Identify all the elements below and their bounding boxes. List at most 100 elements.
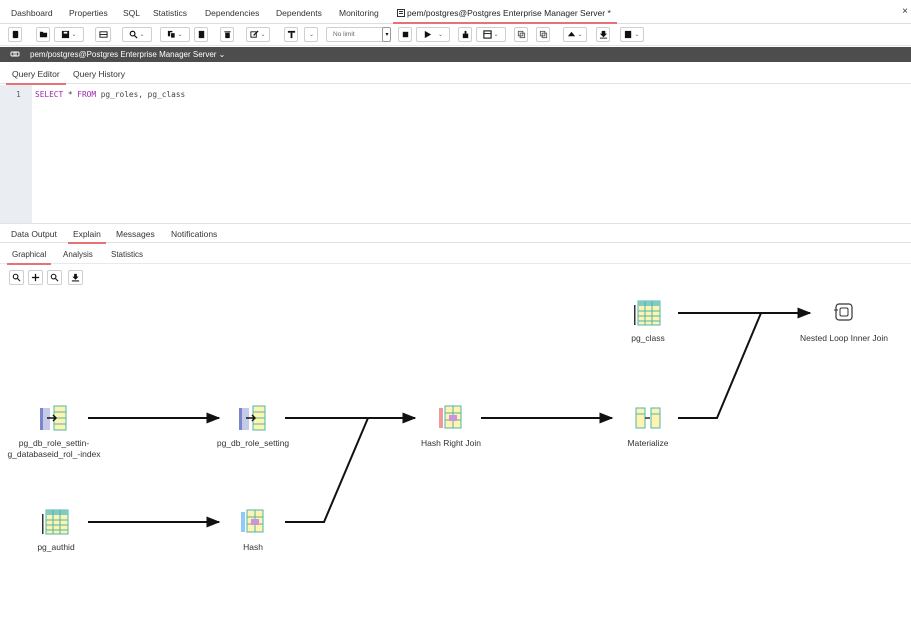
chevron-down-icon: ⌄ <box>308 32 315 38</box>
code-rest: pg_roles, pg_class <box>96 90 186 99</box>
tab-statistics[interactable]: Statistics <box>153 8 187 18</box>
download-icon <box>599 30 607 39</box>
code-line[interactable]: SELECT * FROM pg_roles, pg_class <box>35 90 185 99</box>
chevron-down-icon: ⌄ <box>493 32 499 38</box>
seq-scan-icon <box>42 509 69 535</box>
plan-node-nested-loop[interactable]: Nested Loop Inner Join <box>784 299 904 344</box>
play-icon <box>424 30 432 39</box>
zoom-in-button[interactable] <box>9 270 24 285</box>
code-star: * <box>63 90 78 99</box>
tab-notifications[interactable]: Notifications <box>171 229 217 239</box>
tab-query-editor[interactable]: Query Editor <box>6 69 66 85</box>
plan-node-hash[interactable]: Hash <box>193 508 313 553</box>
tab-messages[interactable]: Messages <box>116 229 155 239</box>
line-number: 1 <box>16 90 21 99</box>
query-tabs: Query Editor Query History <box>0 63 911 85</box>
output-tabs: Data Output Explain Messages Notificatio… <box>0 223 911 244</box>
row-limit-dropdown[interactable]: ▾ <box>382 27 391 42</box>
hash-join-icon <box>439 405 462 429</box>
chevron-down-icon: ⌄ <box>71 32 77 38</box>
database-icon <box>12 30 18 39</box>
top-tab-bar: Dashboard Properties SQL Statistics Depe… <box>0 0 911 24</box>
seq-scan-icon <box>634 300 661 326</box>
plan-node-hash-right-join[interactable]: Hash Right Join <box>391 404 511 449</box>
save-icon <box>62 30 70 39</box>
zoom-out-button[interactable] <box>47 270 62 285</box>
macro-icon <box>625 30 632 39</box>
filter-dropdown-button[interactable]: ⌄ <box>304 27 318 42</box>
open-file-button[interactable] <box>8 27 22 42</box>
editor-gutter: 1 <box>0 85 32 223</box>
close-tab-icon[interactable]: × <box>902 6 908 17</box>
pencil-icon <box>250 30 260 38</box>
paste-button[interactable] <box>194 27 208 42</box>
tab-query-history[interactable]: Query History <box>73 69 125 79</box>
explain-icon <box>462 30 468 39</box>
trash-icon <box>223 31 231 39</box>
stop-button[interactable] <box>398 27 412 42</box>
search-icon <box>130 30 138 39</box>
tab-monitoring[interactable]: Monitoring <box>339 8 379 18</box>
grid-icon <box>98 31 108 38</box>
save-button[interactable]: ⌄ <box>54 27 84 42</box>
plan-node-label: pg_db_role_settin-g_databaseid_rol_-inde… <box>7 438 101 459</box>
plan-node-index-scan[interactable]: pg_db_role_settin-g_databaseid_rol_-inde… <box>0 404 114 460</box>
row-limit-select[interactable]: No limit <box>326 27 384 42</box>
zoom-in-icon <box>12 273 21 282</box>
tab-query-tool-label: pem/postgres@Postgres Enterprise Manager… <box>407 8 611 18</box>
explain-button[interactable] <box>458 27 472 42</box>
tab-analysis[interactable]: Analysis <box>63 250 93 259</box>
execute-button[interactable]: ⌄ <box>416 27 450 42</box>
hash-icon <box>241 509 264 533</box>
copy-button[interactable]: ⌄ <box>160 27 190 42</box>
plan-node-label: Materialize <box>627 438 669 448</box>
tab-query-tool[interactable]: pem/postgres@Postgres Enterprise Manager… <box>393 8 617 24</box>
rollback-button[interactable] <box>536 27 550 42</box>
plan-edges <box>88 307 812 528</box>
materialize-icon <box>635 407 661 429</box>
explain-tabs: Graphical Analysis Statistics <box>0 244 911 265</box>
plan-node-materialize[interactable]: Materialize <box>588 404 708 449</box>
tab-data-output[interactable]: Data Output <box>11 229 57 239</box>
explain-analyze-button[interactable]: ⌄ <box>476 27 506 42</box>
commit-button[interactable] <box>514 27 528 42</box>
chevron-down-icon: ⌄ <box>577 32 583 38</box>
plan-node-pg-class[interactable]: pg_class <box>588 299 708 344</box>
folder-button[interactable] <box>36 27 50 42</box>
find-button[interactable]: ⌄ <box>122 27 152 42</box>
plan-node-label: Hash Right Join <box>420 438 481 448</box>
explain-graph: pg_db_role_settin-g_databaseid_rol_-inde… <box>0 286 911 642</box>
connection-bar[interactable]: pem/postgres@Postgres Enterprise Manager… <box>0 47 911 62</box>
edit-grid-button[interactable] <box>95 27 111 42</box>
download-button[interactable] <box>596 27 610 42</box>
index-scan-icon <box>40 405 67 431</box>
sql-editor[interactable]: 1 SELECT * FROM pg_roles, pg_class <box>0 85 911 223</box>
copy-icon <box>168 30 177 39</box>
filter-button[interactable] <box>284 27 298 42</box>
macros-button[interactable]: ⌄ <box>620 27 644 42</box>
connection-label: pem/postgres@Postgres Enterprise Manager… <box>30 50 226 59</box>
nested-loop-icon <box>834 303 853 321</box>
tab-statistics-explain[interactable]: Statistics <box>111 250 143 259</box>
tab-explain[interactable]: Explain <box>68 229 106 244</box>
paste-icon <box>198 30 204 39</box>
plan-node-pg-authid[interactable]: pg_authid <box>0 508 116 553</box>
plan-node-label: Nested Loop Inner Join <box>800 333 888 343</box>
zoom-reset-button[interactable] <box>28 270 43 285</box>
tab-sql[interactable]: SQL <box>123 8 140 18</box>
clear-button[interactable]: ⌄ <box>563 27 587 42</box>
tab-dependencies[interactable]: Dependencies <box>205 8 259 18</box>
download-image-button[interactable] <box>68 270 83 285</box>
tab-dashboard[interactable]: Dashboard <box>11 8 53 18</box>
zoom-out-icon <box>50 273 59 282</box>
tab-properties[interactable]: Properties <box>69 8 108 18</box>
tab-dependents[interactable]: Dependents <box>276 8 322 18</box>
tab-graphical[interactable]: Graphical <box>6 250 52 265</box>
plan-node-pg-db-role-setting[interactable]: pg_db_role_setting <box>193 404 313 449</box>
chevron-down-icon: ⌄ <box>139 32 145 38</box>
delete-button[interactable] <box>220 27 234 42</box>
chevron-down-icon: ⌄ <box>634 32 640 38</box>
download-icon <box>71 273 80 282</box>
edit-button[interactable]: ⌄ <box>246 27 270 42</box>
chevron-down-icon: ⌄ <box>177 32 183 38</box>
